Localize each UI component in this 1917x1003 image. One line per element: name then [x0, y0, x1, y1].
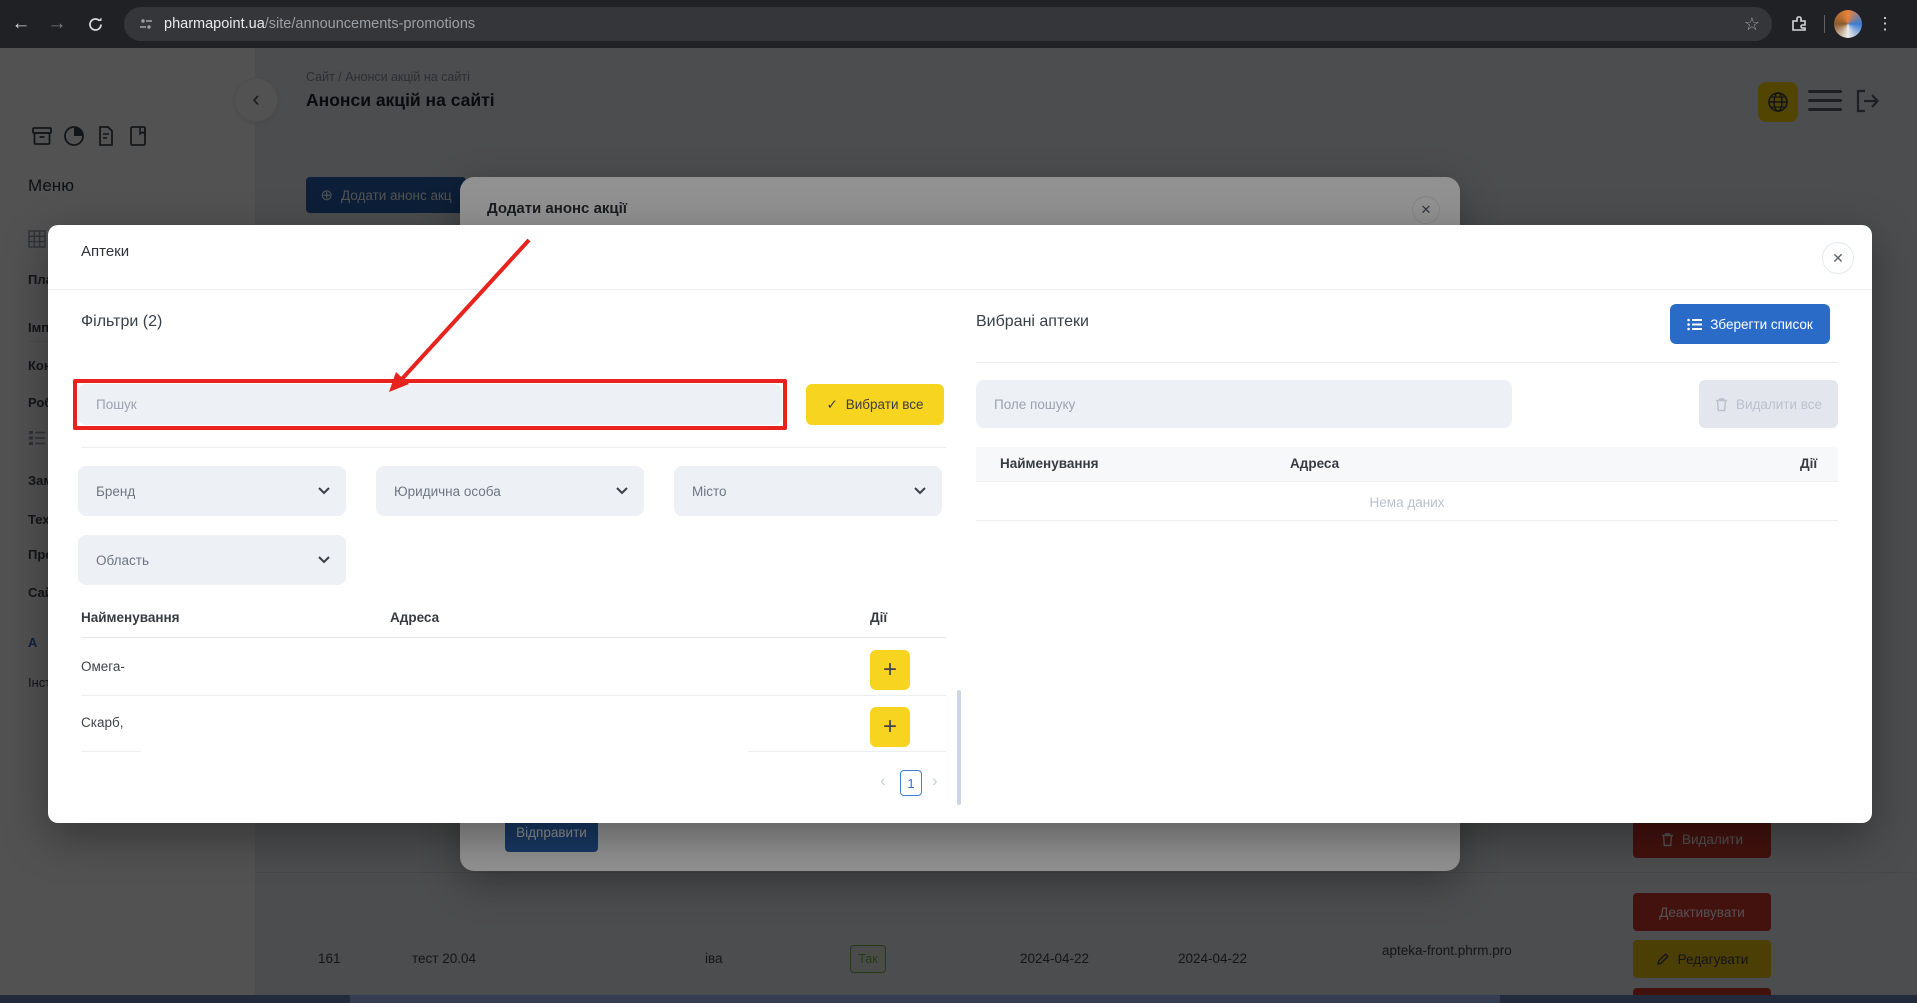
- delete-all-button[interactable]: Видалити все: [1699, 380, 1838, 428]
- browser-menu-button[interactable]: ⋮: [1868, 0, 1902, 48]
- url-text: pharmapoint.ua/site/announcements-promot…: [164, 16, 475, 32]
- filters-title: Фільтри (2): [81, 313, 162, 331]
- address-bar[interactable]: pharmapoint.ua/site/announcements-promot…: [124, 7, 1772, 41]
- url-path: /site/announcements-promotions: [265, 16, 475, 32]
- add-pharmacy-button[interactable]: +: [870, 707, 910, 747]
- url-domain: pharmapoint.ua: [164, 16, 265, 32]
- modal2-close-button[interactable]: ✕: [1822, 242, 1854, 274]
- browser-toolbar: ← → pharmapoint.ua/site/announcements-pr…: [0, 0, 1917, 48]
- pagination-prev[interactable]: ‹: [880, 771, 886, 791]
- save-list-button[interactable]: Зберегти список: [1670, 304, 1830, 344]
- table-scrollbar[interactable]: [957, 690, 961, 805]
- profile-avatar[interactable]: [1834, 10, 1862, 38]
- forward-icon: →: [48, 13, 67, 35]
- pharmacy-row-name: Скарб,: [81, 715, 123, 730]
- bookmark-star-icon[interactable]: ☆: [1744, 14, 1760, 35]
- column-header-name: Найменування: [1000, 456, 1099, 471]
- pagination-next[interactable]: ›: [932, 771, 938, 791]
- column-header-actions: Дії: [1800, 456, 1817, 471]
- browser-reload-button[interactable]: [78, 0, 112, 48]
- chevron-right-icon: ›: [932, 771, 938, 790]
- extensions-button[interactable]: [1782, 0, 1816, 48]
- chevron-left-icon: ‹: [880, 771, 886, 790]
- toolbar-divider: [1824, 15, 1825, 33]
- brand-dropdown[interactable]: Бренд: [78, 466, 346, 516]
- chevron-down-icon: [616, 487, 628, 495]
- region-dropdown-label: Область: [96, 553, 149, 568]
- column-header-name: Найменування: [81, 610, 180, 625]
- column-header-address: Адреса: [390, 610, 439, 625]
- horizontal-scrollbar[interactable]: [0, 995, 1917, 1003]
- kebab-menu-icon: ⋮: [1877, 14, 1894, 34]
- pagination-page-1[interactable]: 1: [900, 770, 922, 796]
- add-pharmacy-button[interactable]: +: [870, 650, 910, 690]
- empty-state-text: Нема даних: [976, 495, 1838, 510]
- back-icon: ←: [12, 13, 31, 35]
- pharmacy-search-input[interactable]: [78, 384, 782, 425]
- reload-icon: [87, 16, 104, 33]
- selected-search-input[interactable]: [976, 380, 1512, 428]
- chevron-down-icon: [318, 556, 330, 564]
- modal2-title: Аптеки: [81, 243, 129, 260]
- select-all-label: Вибрати все: [846, 397, 924, 412]
- delete-all-label: Видалити все: [1736, 397, 1822, 412]
- pharmacies-modal: Аптеки ✕ Фільтри (2) ✓Вибрати все Бренд …: [48, 225, 1872, 823]
- city-dropdown[interactable]: Місто: [674, 466, 942, 516]
- select-all-button[interactable]: ✓ Вибрати все: [806, 384, 944, 425]
- trash-icon: [1715, 397, 1728, 412]
- scrollbar-thumb[interactable]: [350, 995, 1500, 1003]
- browser-forward-button[interactable]: →: [40, 0, 74, 48]
- chevron-down-icon: [914, 487, 926, 495]
- chevron-down-icon: [318, 487, 330, 495]
- selected-title: Вибрані аптеки: [976, 313, 1089, 331]
- column-header-actions: Дії: [870, 610, 887, 625]
- legal-entity-dropdown[interactable]: Юридична особа: [376, 466, 644, 516]
- list-icon: [1687, 318, 1702, 331]
- check-icon: ✓: [826, 397, 837, 413]
- site-settings-icon[interactable]: [138, 16, 154, 32]
- legal-entity-dropdown-label: Юридична особа: [394, 484, 501, 499]
- screen: ← → pharmapoint.ua/site/announcements-pr…: [0, 0, 1917, 1003]
- extensions-icon: [1790, 15, 1808, 33]
- selected-table-header: [976, 447, 1838, 482]
- save-list-label: Зберегти список: [1710, 317, 1813, 332]
- region-dropdown[interactable]: Область: [78, 535, 346, 585]
- browser-back-button[interactable]: ←: [4, 0, 38, 48]
- brand-dropdown-label: Бренд: [96, 484, 135, 499]
- column-header-address: Адреса: [1290, 456, 1339, 471]
- pharmacy-row-name: Омега-: [81, 659, 125, 674]
- city-dropdown-label: Місто: [692, 484, 727, 499]
- close-icon: ✕: [1832, 250, 1844, 267]
